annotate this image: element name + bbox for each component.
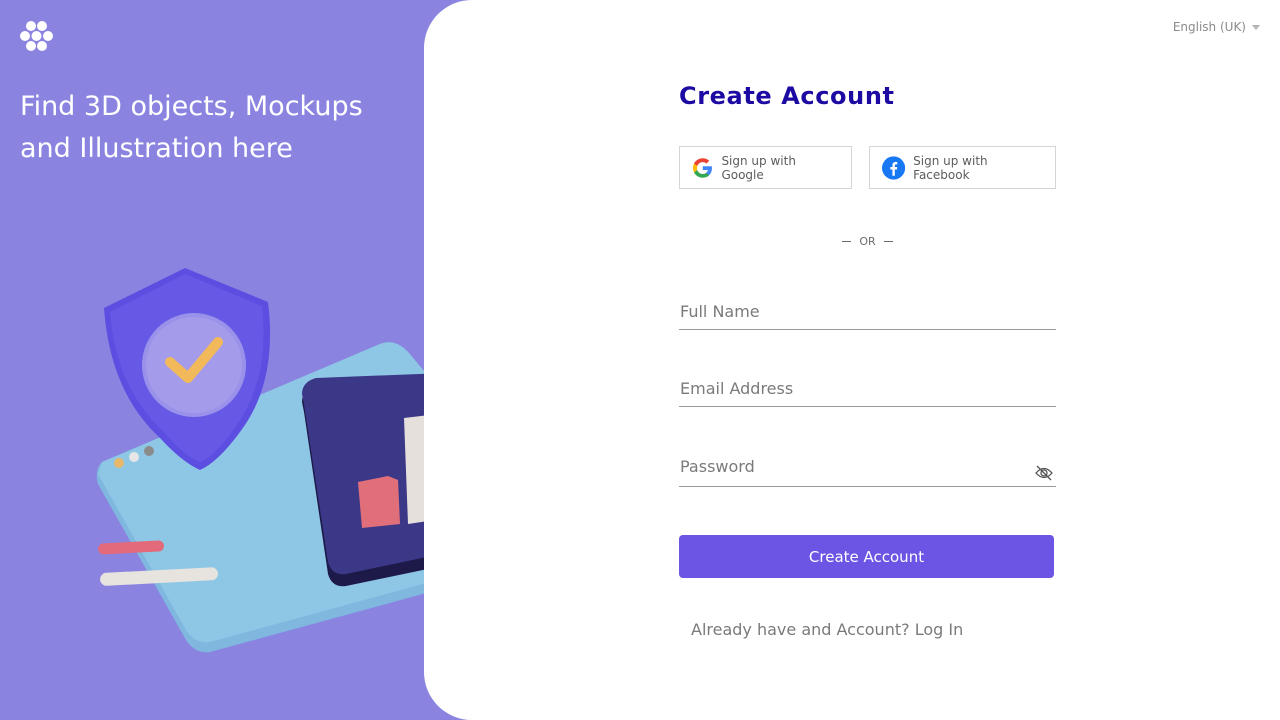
login-link[interactable]: Already have and Account? Log In: [691, 620, 963, 639]
left-panel: Find 3D objects, Mockups and Illustratio…: [0, 0, 539, 720]
chevron-down-icon: [1252, 24, 1260, 30]
or-label: OR: [859, 235, 876, 248]
honeycomb-logo-icon: [20, 21, 53, 51]
divider-line: [883, 241, 893, 242]
facebook-icon: [882, 155, 906, 180]
social-signup-row: Sign up with Google Sign up with Faceboo…: [679, 146, 1056, 189]
create-account-button[interactable]: Create Account: [679, 535, 1054, 578]
eye-slash-icon[interactable]: [1034, 464, 1054, 482]
facebook-signup-label: Sign up with Facebook: [913, 153, 988, 182]
password-field: [679, 457, 1056, 487]
page-title: Create Account: [679, 82, 895, 110]
full-name-input[interactable]: [679, 302, 1056, 321]
google-signup-button[interactable]: Sign up with Google: [679, 146, 852, 189]
divider-line: [842, 241, 852, 242]
password-input[interactable]: [679, 457, 1056, 476]
right-panel: English (UK) Create Account Sign up with…: [424, 0, 1280, 720]
google-icon: [692, 157, 712, 178]
email-field: [679, 379, 1056, 407]
full-name-field: [679, 302, 1056, 330]
language-label: English (UK): [1172, 20, 1246, 34]
login-prompt: Already have and Account? Log In: [679, 620, 1056, 639]
facebook-signup-button[interactable]: Sign up with Facebook: [869, 146, 1056, 189]
signup-form: Create Account Sign up with Google Sign …: [679, 82, 1056, 639]
google-signup-label: Sign up with Google: [721, 153, 796, 182]
email-input[interactable]: [679, 379, 1056, 398]
language-selector[interactable]: English (UK): [1173, 20, 1260, 34]
or-divider: OR: [679, 235, 1056, 248]
tagline: Find 3D objects, Mockups and Illustratio…: [20, 91, 363, 164]
fields: [679, 302, 1056, 487]
